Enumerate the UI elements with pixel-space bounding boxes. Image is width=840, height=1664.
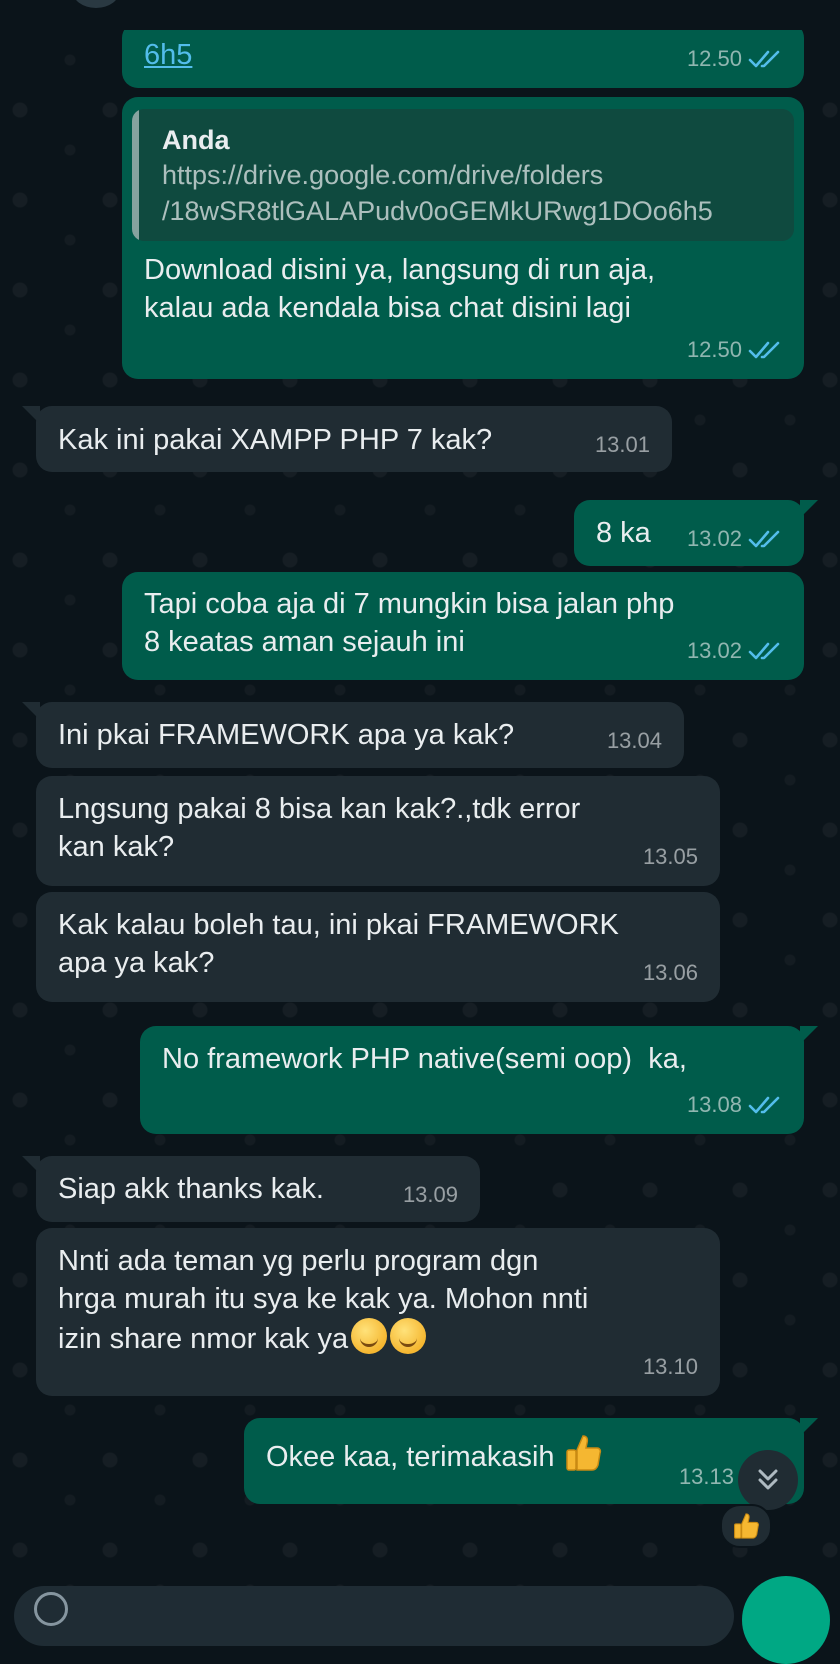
message-reaction[interactable] — [720, 1504, 772, 1548]
message-bubble-incoming[interactable]: Kak ini pakai XAMPP PHP 7 kak? 13.01 — [22, 406, 672, 472]
chat-header — [0, 0, 840, 30]
message-meta: 12.50 — [687, 331, 782, 369]
message-bubble-outgoing[interactable]: Okee kaa, terimakasih 13.13 — [244, 1418, 818, 1504]
message-meta: 13.08 — [687, 1086, 782, 1124]
message-time: 13.05 — [642, 844, 698, 869]
message-time: 13.08 — [686, 1092, 742, 1117]
message-time: 13.10 — [642, 1354, 698, 1379]
scroll-to-bottom-button[interactable] — [738, 1450, 798, 1510]
message-bubble-incoming[interactable]: Ini pkai FRAMEWORK apa ya kak? 13.04 — [22, 702, 684, 768]
message-meta: 13.04 — [607, 722, 662, 760]
message-bubble-incoming[interactable]: Lngsung pakai 8 bisa kan kak?.,tdk error… — [36, 776, 720, 886]
message-bubble-incoming[interactable]: Siap akk thanks kak. 13.09 — [22, 1156, 480, 1222]
double-chevron-down-icon — [758, 1469, 778, 1490]
message-text: Siap akk thanks kak. — [58, 1173, 324, 1205]
message-text: No framework PHP native(semi oop) ka, — [162, 1043, 687, 1075]
message-bubble-outgoing[interactable]: 6h5 12.50 — [122, 22, 804, 88]
message-time: 12.50 — [686, 46, 742, 71]
message-time: 13.09 — [402, 1182, 458, 1207]
message-meta: 13.05 — [643, 838, 698, 876]
message-text: Download disini ya, langsung di run aja,… — [144, 254, 656, 324]
message-bubble-outgoing[interactable]: 8 ka 13.02 — [574, 500, 818, 566]
message-time: 13.01 — [594, 432, 650, 457]
message-bubble-outgoing[interactable]: Anda https://drive.google.com/drive/fold… — [122, 97, 804, 379]
message-time: 13.04 — [606, 728, 662, 753]
double-check-read-icon — [748, 50, 780, 68]
message-input-field[interactable] — [14, 1586, 734, 1646]
message-text: Ini pkai FRAMEWORK apa ya kak? — [58, 719, 515, 751]
double-check-read-icon — [748, 341, 780, 359]
message-bubble-incoming[interactable]: Kak kalau boleh tau, ini pkai FRAMEWORK … — [36, 892, 720, 1002]
message-input-bar — [0, 1572, 840, 1664]
message-text-body: Nnti ada teman yg perlu program dgn hrga… — [58, 1245, 589, 1355]
message-time: 13.02 — [686, 526, 742, 551]
double-check-read-icon — [748, 530, 780, 548]
quoted-message[interactable]: Anda https://drive.google.com/drive/fold… — [132, 109, 794, 241]
message-bubble-outgoing[interactable]: No framework PHP native(semi oop) ka, 13… — [140, 1026, 818, 1134]
quoted-author: Anda — [162, 125, 230, 155]
microphone-button[interactable] — [742, 1576, 830, 1664]
message-time: 13.13 — [678, 1464, 734, 1489]
message-time: 13.06 — [642, 960, 698, 985]
quoted-text: https://drive.google.com/drive/folders /… — [162, 160, 713, 226]
message-meta: 13.02 — [687, 520, 782, 558]
double-check-read-icon — [748, 1096, 780, 1114]
message-meta: 13.09 — [403, 1176, 458, 1214]
message-meta: 12.50 — [687, 40, 782, 78]
message-text: Nnti ada teman yg perlu program dgn hrga… — [58, 1242, 700, 1358]
message-meta: 13.13 — [679, 1458, 734, 1496]
smiling-face-icon — [351, 1318, 388, 1354]
message-time: 12.50 — [686, 337, 742, 362]
message-text: Kak ini pakai XAMPP PHP 7 kak? — [58, 424, 493, 456]
message-time: 13.02 — [686, 638, 742, 663]
thumbs-up-icon — [565, 1435, 601, 1471]
message-meta: 13.06 — [643, 954, 698, 992]
message-meta: 13.02 — [687, 632, 782, 670]
message-bubble-outgoing[interactable]: Tapi coba aja di 7 mungkin bisa jalan ph… — [122, 572, 804, 680]
message-meta: 13.01 — [595, 426, 650, 464]
contact-avatar[interactable] — [72, 0, 120, 8]
thumbs-up-icon — [734, 1513, 759, 1539]
message-meta: 13.10 — [643, 1348, 698, 1386]
emoji-icon[interactable] — [34, 1592, 68, 1626]
message-text: Kak kalau boleh tau, ini pkai FRAMEWORK … — [58, 909, 619, 979]
message-text-body: Okee kaa, terimakasih — [266, 1441, 555, 1473]
message-bubble-incoming[interactable]: Nnti ada teman yg perlu program dgn hrga… — [36, 1228, 720, 1396]
smiling-face-icon — [390, 1318, 427, 1354]
double-check-read-icon — [748, 642, 780, 660]
message-text: Lngsung pakai 8 bisa kan kak?.,tdk error… — [58, 793, 581, 863]
